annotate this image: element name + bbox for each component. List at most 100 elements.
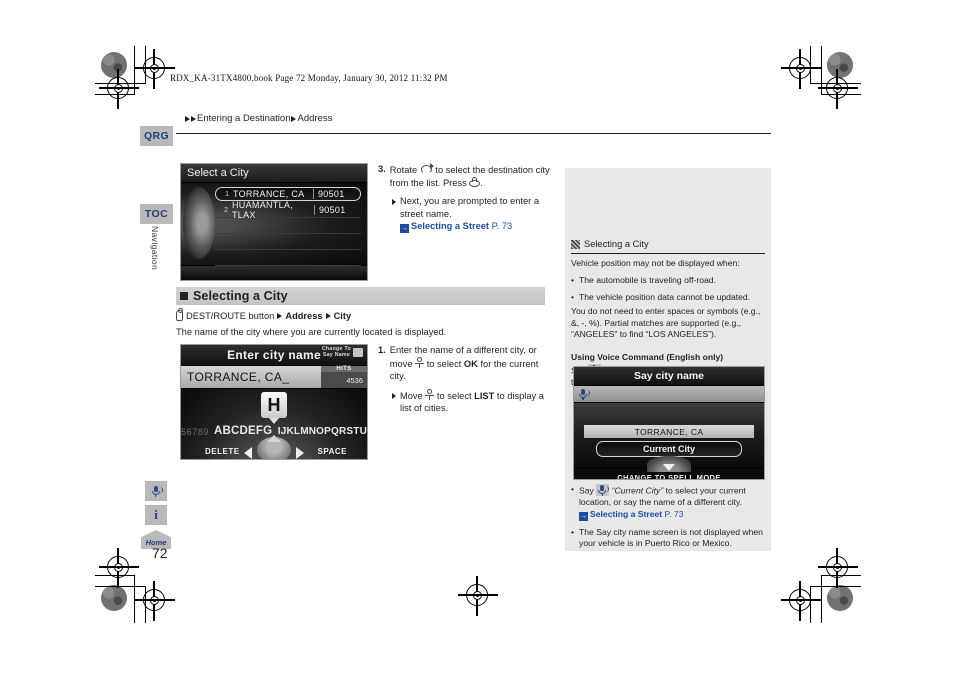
notes-header-label: Selecting a City: [584, 239, 649, 249]
table-row[interactable]: 2 HUAMANTLA, TLAX 90501: [215, 200, 361, 220]
table-row[interactable]: 1 TORRANCE, CA 90501: [215, 187, 361, 201]
list-item: • The automobile is traveling off-road.: [571, 275, 767, 287]
manual-page: RDX_KA-31TX4800.book Page 72 Monday, Jan…: [0, 0, 954, 675]
registration-mark-tr-outer: [818, 69, 858, 109]
delete-label[interactable]: DELETE: [205, 447, 240, 456]
row-city-name: HUAMANTLA, TLAX: [232, 200, 294, 220]
link-arrow-icon: →: [579, 511, 589, 521]
space-label[interactable]: SPACE: [318, 447, 347, 456]
say-city-footer[interactable]: CHANGE TO SPELL MODE: [574, 456, 764, 480]
table-row-empty[interactable]: [215, 235, 361, 250]
wheel-up-arrow-icon[interactable]: [267, 435, 281, 442]
crop-line-bottom-left-a: [95, 575, 135, 576]
notes-bullet-list: • The automobile is traveling off-road. …: [571, 275, 767, 308]
row-zip: 90501: [314, 205, 361, 215]
change-to-line-2: Say Name: [322, 351, 351, 358]
wheel-right-arrow-icon[interactable]: [296, 447, 304, 459]
wheel-down-arrow-icon[interactable]: [267, 459, 281, 460]
path-label-2: City: [333, 310, 352, 321]
move-joystick-icon: [415, 356, 425, 368]
current-city-button[interactable]: Current City: [596, 441, 742, 457]
notes-bullet-1: The automobile is traveling off-road.: [579, 275, 716, 285]
step-1-sub: Move to select LIST to display a list of…: [378, 388, 556, 415]
book-file-line: RDX_KA-31TX4800.book Page 72 Monday, Jan…: [170, 73, 448, 83]
section-title: Selecting a City: [193, 289, 288, 303]
info-icon[interactable]: i: [145, 505, 167, 525]
section-bullet-icon: [180, 292, 188, 300]
voice-mic-icon: [596, 484, 610, 496]
step-1-line-b-2: to select: [426, 358, 462, 369]
notes-para-1: You do not need to enter spaces or symbo…: [571, 306, 739, 316]
tab-toc[interactable]: TOC: [140, 204, 173, 224]
step-3-sub: Next, you are prompted to enter a street…: [378, 195, 554, 234]
select-city-dial-graphic: [183, 187, 215, 259]
crop-line-bl-outer: [134, 575, 135, 623]
print-blob-top-right: [827, 52, 853, 78]
after-say-label: Say: [579, 485, 594, 496]
section-description: The name of the city where you are curre…: [176, 327, 447, 337]
select-city-footer: [181, 265, 367, 278]
link-arrow-icon: →: [400, 224, 409, 234]
registration-mark-bottom-center: [458, 576, 498, 616]
city-name-input[interactable]: TORRANCE, CA_ HITS 4536: [181, 365, 367, 389]
step-1-sub-1: Move: [400, 390, 423, 401]
alphabet-digits[interactable]: 56789: [181, 427, 209, 437]
header-divider: [176, 133, 771, 134]
list-item: • Say “Current City” to select your curr…: [571, 484, 769, 521]
keyboard-pad[interactable]: H 56789 ABCDEFG IJKLMNOPQRSTU OPTION DEL…: [181, 389, 367, 460]
last-text-1: The Say city name screen is not displaye…: [579, 526, 763, 537]
page-number: 72: [152, 545, 168, 561]
path-label-1: Address: [285, 310, 323, 321]
move-joystick-icon: [425, 388, 435, 400]
after-link[interactable]: Selecting a Street: [590, 509, 662, 519]
notes-header-icon: [571, 239, 580, 249]
step-3-sub-a: Next, you are prompted to enter: [400, 196, 532, 207]
crop-line-top-right-b: [810, 83, 861, 84]
info-icon-label: i: [154, 507, 158, 522]
table-row-empty[interactable]: [215, 219, 361, 234]
table-row-empty[interactable]: [215, 251, 361, 266]
step-3-line-a: Rotate: [389, 165, 418, 175]
print-blob-bottom-left: [101, 585, 127, 611]
crop-line-bottom-right-b: [810, 586, 861, 587]
list-item: • The vehicle position data cannot be up…: [571, 292, 767, 304]
crop-line-left-outer: [134, 46, 135, 94]
rotate-dial-icon: [420, 163, 434, 174]
crop-line-top-left-a: [95, 94, 135, 95]
registration-mark-tl-inner: [135, 49, 175, 89]
press-icon: [469, 176, 481, 187]
alphabet-left[interactable]: ABCDEFG: [214, 425, 272, 437]
voice-command-heading: Using Voice Command (English only): [571, 352, 724, 362]
breadcrumb: Entering a Destination Address: [185, 113, 332, 124]
crop-line-bottom-left-b: [95, 586, 146, 587]
wheel-left-arrow-icon[interactable]: [244, 447, 252, 459]
after-link-page: P. 73: [664, 508, 684, 519]
last-text-2: your vehicle is in Puerto Rico or Mexico…: [579, 538, 732, 549]
bullet-dot-icon: •: [571, 484, 575, 494]
alphabet-right[interactable]: IJKLMNOPQRSTU: [278, 426, 367, 437]
selected-letter-key[interactable]: H: [261, 392, 287, 424]
after-text-1: to select your current: [665, 485, 746, 496]
crop-line-left-inner: [145, 46, 146, 83]
say-city-status-bar: [574, 385, 764, 403]
change-to-say-name-button[interactable]: Change To Say Name: [322, 346, 363, 359]
step-3-link-page: P. 73: [491, 221, 513, 232]
spell-mode-label: CHANGE TO SPELL MODE: [617, 473, 721, 480]
notes-divider: [571, 253, 765, 255]
tab-qrg-label: QRG: [143, 130, 170, 142]
screen-enter-city-name[interactable]: Enter city name Change To Say Name TORRA…: [180, 344, 368, 460]
select-city-list[interactable]: 1 TORRANCE, CA 90501 2 HUAMANTLA, TLAX 9…: [215, 187, 361, 266]
screen-select-a-city[interactable]: Select a City 1 TORRANCE, CA 90501 2 HUA…: [180, 163, 368, 281]
step-3-line-d: .: [480, 177, 483, 188]
tab-qrg[interactable]: QRG: [140, 126, 173, 146]
registration-mark-br-inner: [781, 581, 821, 621]
step-3-number: 3.: [378, 164, 386, 174]
mic-icon: [578, 388, 590, 400]
select-city-title: Select a City: [181, 164, 367, 183]
screen-say-city-name[interactable]: Say city name TORRANCE, CA Current City …: [573, 366, 765, 480]
voice-command-icon[interactable]: [145, 481, 167, 501]
step-3: 3. Rotate to select the destination city…: [378, 163, 554, 234]
breadcrumb-label-2: Address: [297, 113, 333, 124]
print-blob-top-left: [101, 52, 127, 78]
step-3-link[interactable]: Selecting a Street: [411, 221, 489, 231]
